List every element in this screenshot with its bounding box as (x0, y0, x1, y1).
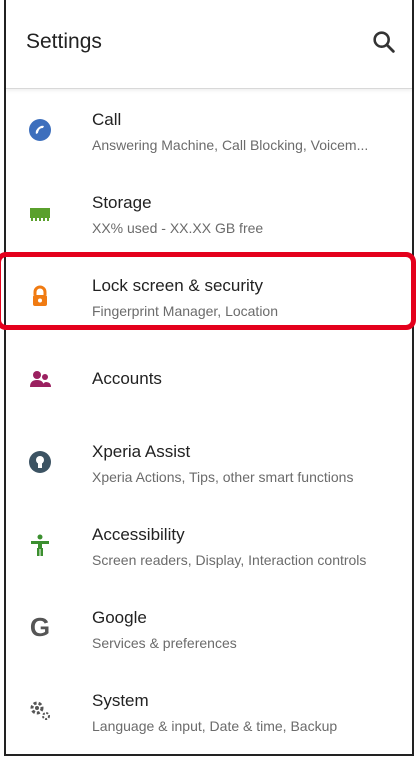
item-subtitle: Xperia Actions, Tips, other smart functi… (92, 469, 354, 485)
settings-item-system[interactable]: System Language & input, Date & time, Ba… (6, 669, 412, 752)
lock-icon (28, 284, 52, 308)
accessibility-icon (28, 533, 52, 557)
item-subtitle: Language & input, Date & time, Backup (92, 718, 338, 734)
google-icon: G (29, 612, 51, 642)
gear-icon (28, 699, 52, 723)
settings-item-call[interactable]: Call Answering Machine, Call Blocking, V… (6, 88, 412, 171)
item-subtitle: Fingerprint Manager, Location (92, 303, 278, 319)
settings-item-xperia-assist[interactable]: Xperia Assist Xperia Actions, Tips, othe… (6, 420, 412, 503)
item-title: Lock screen & security (92, 276, 264, 295)
phone-icon (28, 118, 52, 142)
settings-item-lock-screen[interactable]: Lock screen & security Fingerprint Manag… (6, 254, 412, 337)
item-subtitle: Answering Machine, Call Blocking, Voicem… (92, 137, 369, 153)
settings-item-accounts[interactable]: Accounts (6, 337, 412, 420)
item-title: Xperia Assist (92, 442, 191, 461)
item-subtitle: Services & preferences (92, 635, 237, 651)
lightbulb-icon (28, 450, 52, 474)
search-icon[interactable] (370, 28, 398, 56)
accounts-icon (28, 367, 52, 391)
storage-icon (28, 201, 52, 225)
settings-item-accessibility[interactable]: Accessibility Screen readers, Display, I… (6, 503, 412, 586)
item-title: System (92, 691, 149, 710)
item-subtitle: Screen readers, Display, Interaction con… (92, 552, 367, 568)
settings-item-google[interactable]: G Google Services & preferences (6, 586, 412, 669)
item-title: Google (92, 608, 147, 627)
app-bar: Settings (6, 0, 412, 89)
item-title: Accounts (92, 368, 162, 388)
item-title: Storage (92, 193, 152, 212)
settings-item-storage[interactable]: Storage XX% used - XX.XX GB free (6, 171, 412, 254)
item-subtitle: XX% used - XX.XX GB free (92, 220, 264, 236)
page-title: Settings (26, 30, 102, 53)
settings-screen: Settings Call Answering Machine, Call Bl… (4, 0, 414, 756)
item-title: Call (92, 110, 122, 129)
item-title: Accessibility (92, 525, 185, 544)
settings-list: Call Answering Machine, Call Blocking, V… (6, 88, 412, 752)
